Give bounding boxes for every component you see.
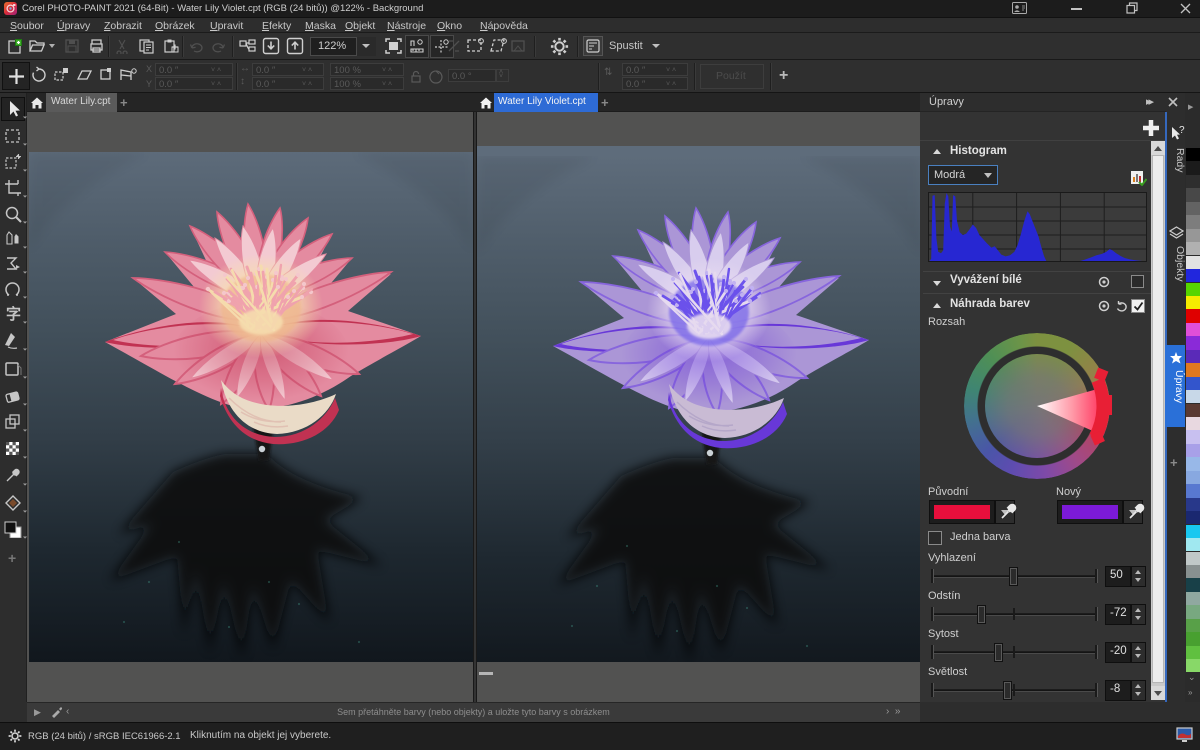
svg-text:字: 字: [6, 305, 21, 323]
